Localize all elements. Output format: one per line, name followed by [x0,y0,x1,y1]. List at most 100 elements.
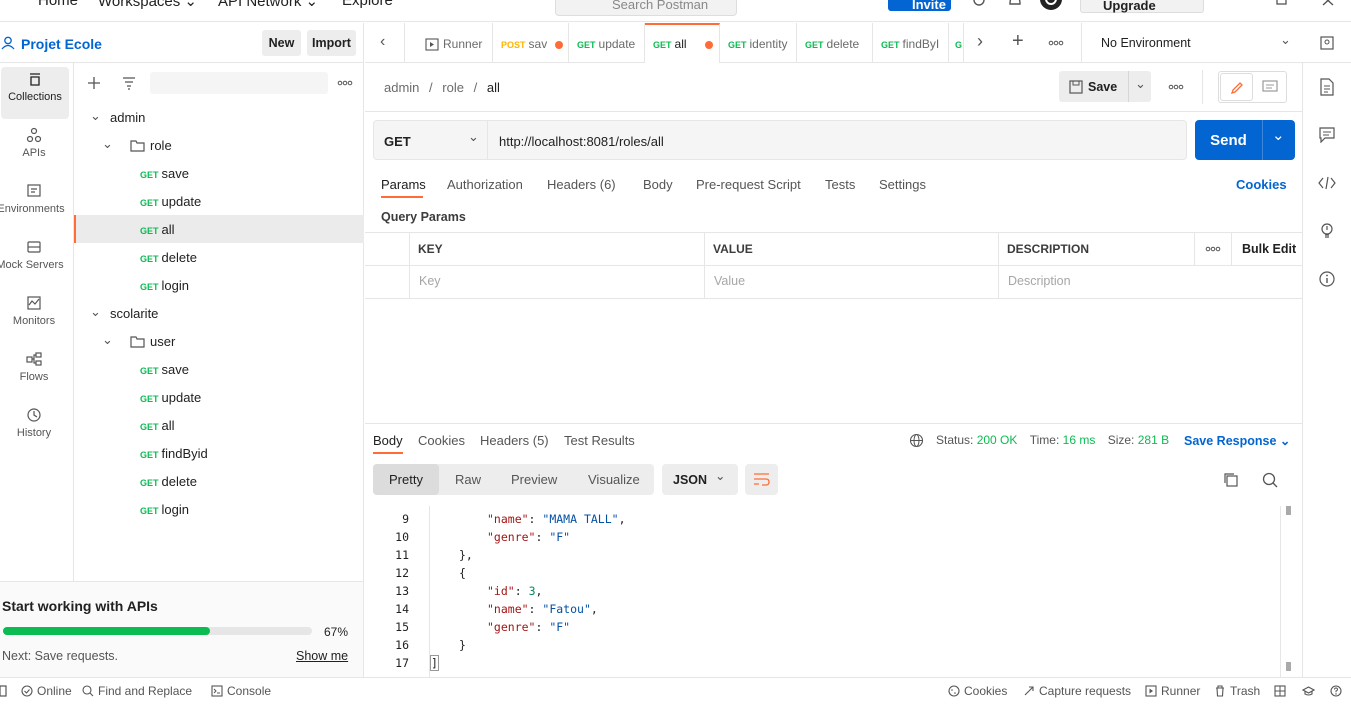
view-raw[interactable]: Raw [455,472,481,487]
tree-request[interactable]: GET findByid [74,439,364,467]
tree-request[interactable]: GET update [74,187,364,215]
new-tab-icon[interactable]: + [1012,30,1024,53]
response-tab-headers[interactable]: Headers (5) [480,433,549,448]
tree-folder-role[interactable]: ⌄ role [74,131,364,159]
url-input[interactable]: http://localhost:8081/roles/all [488,120,1187,160]
copy-icon[interactable] [1223,472,1239,488]
bootcamp-icon[interactable] [1302,685,1315,697]
comment-icon[interactable] [1262,80,1278,94]
import-button[interactable]: Import [307,30,356,56]
documentation-icon[interactable] [1319,78,1335,96]
wrap-lines-button[interactable] [745,464,778,495]
rail-item-monitors[interactable]: Monitors [0,291,68,343]
tab-authorization[interactable]: Authorization [447,177,523,192]
rail-item-mock-servers[interactable]: Mock Servers [0,235,68,287]
console-button[interactable]: Console [211,684,271,698]
rail-item-flows[interactable]: Flows [0,347,68,399]
key-input[interactable]: Key [419,274,441,288]
tree-request[interactable]: GET save [74,355,364,383]
globe-icon[interactable] [909,433,924,448]
rail-item-apis[interactable]: APIs [0,123,68,175]
send-button[interactable]: Send [1195,132,1262,149]
settings-icon[interactable] [971,0,987,10]
tab-options-icon[interactable] [1048,40,1064,46]
upgrade-button[interactable]: Upgrade [1080,0,1204,13]
tree-request[interactable]: GET login [74,271,364,299]
method-select[interactable]: GET ⌄ [373,120,488,160]
find-replace-button[interactable]: Find and Replace [82,684,192,698]
view-visualize[interactable]: Visualize [588,472,640,487]
tree-collection-scolarite[interactable]: ⌄ scolarite [74,299,364,327]
tree-request[interactable]: GET all [74,411,364,439]
capture-requests-button[interactable]: Capture requests [1023,684,1131,698]
view-pretty[interactable]: Pretty [389,472,423,487]
comments-icon[interactable] [1319,127,1335,143]
nav-explore[interactable]: Explore [342,0,393,9]
tab-get-update[interactable]: GET update [569,23,645,63]
environment-select[interactable]: No Environment [1101,36,1191,50]
status-value[interactable]: 200 OK [977,433,1018,447]
runner-button[interactable]: Runner [1145,684,1200,698]
breadcrumb-item[interactable]: admin [384,80,419,95]
cookies-link[interactable]: Cookies [1236,177,1287,192]
tree-request[interactable]: GET delete [74,243,364,271]
tree-request[interactable]: GET update [74,383,364,411]
close-window-icon[interactable] [1322,0,1334,6]
tab-scroll-left-icon[interactable]: ‹ [365,23,405,63]
response-tab-body[interactable]: Body [373,433,403,448]
more-options-icon[interactable] [337,80,353,86]
new-button[interactable]: New [262,30,301,56]
format-select[interactable]: JSON ⌄ [662,464,738,495]
tab-get-findby[interactable]: GET findByI [873,23,949,63]
rail-item-environments[interactable]: Environments [0,179,68,231]
code-icon[interactable] [1318,176,1336,190]
save-response-button[interactable]: Save Response ⌄ [1184,433,1290,448]
tab-post-save[interactable]: POST sav [493,23,569,63]
layout-icon[interactable] [1274,685,1286,697]
filter-icon[interactable] [122,76,136,90]
tab-runner[interactable]: Runner [417,23,493,63]
tab-pre-request-script[interactable]: Pre-request Script [696,177,801,192]
edit-toggle[interactable] [1220,73,1253,101]
cookies-button[interactable]: Cookies [948,684,1007,698]
rail-item-history[interactable]: History [0,403,68,455]
search-input[interactable]: Search Postman [555,0,737,16]
save-button[interactable]: Save [1088,80,1117,94]
trash-button[interactable]: Trash [1214,684,1260,698]
invite-button[interactable]: Invite [888,0,951,12]
tab-get-delete[interactable]: GET delete [797,23,873,63]
save-dropdown-icon[interactable]: ⌄ [1135,76,1146,92]
maximize-icon[interactable] [1276,0,1288,6]
online-status[interactable]: Online [21,684,72,698]
notifications-icon[interactable] [1008,0,1022,10]
tab-scroll-right-icon[interactable]: › [977,31,983,52]
tree-request[interactable]: GET save [74,159,364,187]
help-icon[interactable] [1330,685,1342,697]
environment-quick-look-icon[interactable] [1319,35,1335,51]
info-icon[interactable] [1319,271,1335,287]
info-bulb-icon[interactable] [1319,222,1335,240]
breadcrumb-current[interactable]: all [487,80,500,95]
nav-api-network[interactable]: API Network ⌄ [218,0,318,10]
breadcrumb-item[interactable]: role [442,80,464,95]
workspace-title[interactable]: Projet Ecole [21,36,102,52]
tab-get-identity[interactable]: GET identity [720,23,797,63]
nav-workspaces[interactable]: Workspaces ⌄ [98,0,197,10]
time-value[interactable]: 16 ms [1063,433,1096,447]
avatar[interactable] [1039,0,1063,12]
tab-headers[interactable]: Headers (6) [547,177,616,192]
scrollbar-thumb-top[interactable] [1286,506,1291,515]
response-tab-test-results[interactable]: Test Results [564,433,635,448]
tab-body[interactable]: Body [643,177,673,192]
search-icon[interactable] [1262,472,1278,488]
show-me-link[interactable]: Show me [296,649,348,663]
request-options-icon[interactable] [1168,84,1184,90]
tab-get-all[interactable]: GET all [645,23,720,63]
send-dropdown-icon[interactable]: ⌄ [1272,126,1285,144]
tab-overflow[interactable]: G [949,23,964,63]
response-tab-cookies[interactable]: Cookies [418,433,465,448]
tree-folder-user[interactable]: ⌄ user [74,327,364,355]
value-input[interactable]: Value [714,274,745,288]
description-input[interactable]: Description [1008,274,1071,288]
size-value[interactable]: 281 B [1138,433,1169,447]
